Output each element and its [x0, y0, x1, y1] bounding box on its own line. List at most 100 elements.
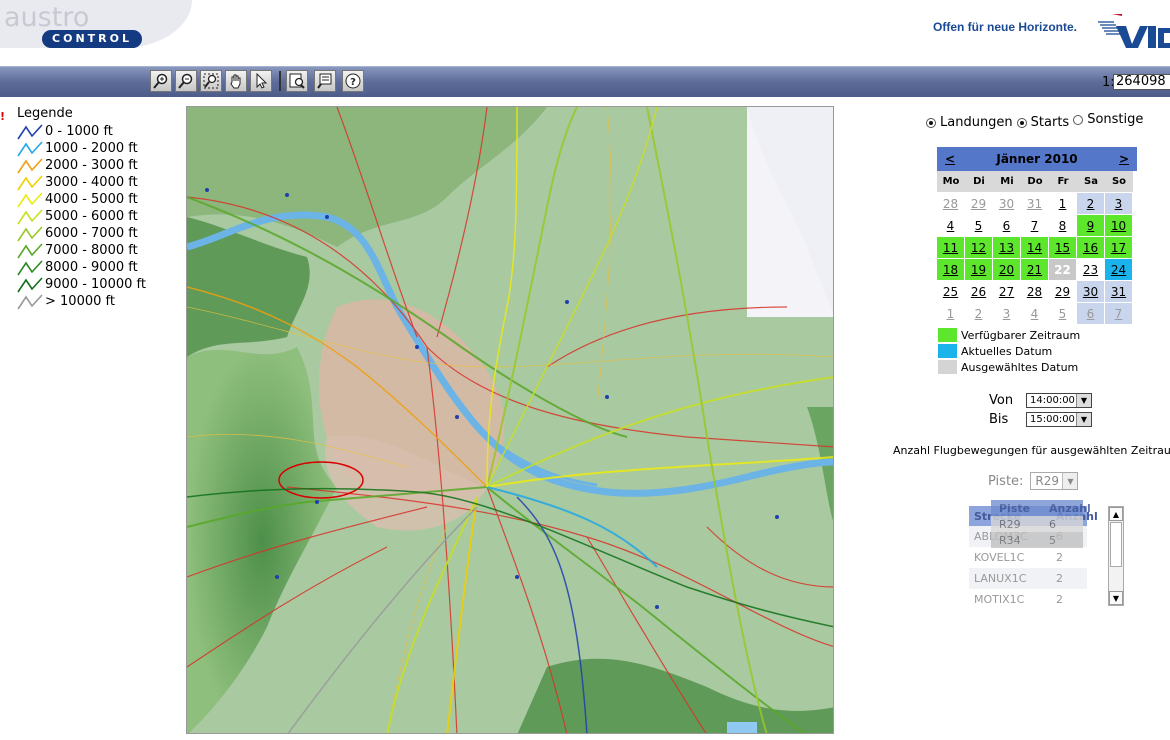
legend-item-label: 1000 - 2000 ft: [45, 141, 138, 156]
select-button[interactable]: [250, 70, 272, 92]
calendar-day[interactable]: 31: [1021, 193, 1049, 215]
radio-starts[interactable]: Starts: [1016, 115, 1069, 130]
calendar-legend-item: Verfügbarer Zeitraum: [938, 327, 1080, 343]
calendar-day[interactable]: 29: [1049, 281, 1077, 303]
scroll-down-icon[interactable]: ▼: [1109, 591, 1123, 605]
altitude-line-icon: [17, 191, 43, 207]
piste-select[interactable]: R29 ▼: [1030, 472, 1079, 490]
help-icon: ?: [345, 73, 361, 89]
calendar-day[interactable]: 7: [1105, 303, 1133, 325]
calendar-day[interactable]: 5: [1049, 303, 1077, 325]
calendar-day[interactable]: 1: [1049, 193, 1077, 215]
vie-airport-logo: [1098, 14, 1170, 48]
table-row[interactable]: KOVEL1C 2: [969, 547, 1087, 568]
altitude-line-icon: [17, 225, 43, 241]
calendar-day[interactable]: 17: [1105, 237, 1133, 259]
piste-cell: R29: [999, 517, 1021, 531]
legend-title: Legende: [17, 106, 73, 121]
to-time-select[interactable]: 15:00:00 ▼: [1026, 412, 1092, 427]
table-scrollbar[interactable]: ▲ ▼: [1108, 506, 1124, 606]
table-row[interactable]: R34 5: [991, 532, 1083, 548]
legend-swatch: [938, 328, 957, 342]
count-cell: 6: [1049, 517, 1056, 531]
table-row[interactable]: MOTIX1C 2: [969, 589, 1087, 610]
zoom-full-extent-button[interactable]: [200, 70, 222, 92]
calendar-day[interactable]: 23: [1077, 259, 1105, 281]
calendar-day[interactable]: 1: [937, 303, 965, 325]
calendar-day[interactable]: 28: [937, 193, 965, 215]
calendar-day[interactable]: 19: [965, 259, 993, 281]
scale-input[interactable]: 264098: [1113, 74, 1170, 90]
scroll-thumb[interactable]: [1110, 522, 1122, 567]
calendar-day[interactable]: 9: [1077, 215, 1105, 237]
calendar-day[interactable]: 21: [1021, 259, 1049, 281]
calendar-day[interactable]: 13: [993, 237, 1021, 259]
calendar-day[interactable]: 4: [1021, 303, 1049, 325]
calendar-day[interactable]: 3: [1105, 193, 1133, 215]
toolbar-separator: [279, 71, 281, 91]
altitude-line-icon: [17, 293, 43, 309]
calendar-legend-label: Verfügbarer Zeitraum: [961, 328, 1081, 342]
map-toolbar: ?: [0, 66, 1170, 97]
column-header[interactable]: Anzahl: [1049, 502, 1091, 515]
calendar-day[interactable]: 7: [1021, 215, 1049, 237]
legend-item: 2000 - 3000 ft: [17, 157, 138, 174]
altitude-line-icon: [17, 157, 43, 173]
identify-button[interactable]: [314, 70, 336, 92]
legend-item-label: 4000 - 5000 ft: [45, 192, 138, 207]
calendar-day[interactable]: 6: [993, 215, 1021, 237]
scroll-up-icon[interactable]: ▲: [1109, 507, 1123, 521]
calendar-day[interactable]: 31: [1105, 281, 1133, 303]
calendar-day[interactable]: 11: [937, 237, 965, 259]
calendar-day[interactable]: 28: [1021, 281, 1049, 303]
calendar-day[interactable]: 25: [937, 281, 965, 303]
calendar-day[interactable]: 30: [993, 193, 1021, 215]
calendar-day[interactable]: 26: [965, 281, 993, 303]
from-time-select[interactable]: 14:00:00 ▼: [1026, 393, 1092, 408]
calendar-day[interactable]: 29: [965, 193, 993, 215]
table-row[interactable]: R29 6: [991, 516, 1083, 532]
calendar-day[interactable]: 18: [937, 259, 965, 281]
calendar-day[interactable]: 16: [1077, 237, 1105, 259]
calendar-day[interactable]: 2: [965, 303, 993, 325]
calendar-day[interactable]: 8: [1049, 215, 1077, 237]
calendar-day[interactable]: 30: [1077, 281, 1105, 303]
piste-table-header: Piste Anzahl: [991, 500, 1091, 516]
column-header[interactable]: Piste: [991, 502, 1049, 515]
weekday-header: Mi: [993, 171, 1021, 192]
table-row[interactable]: LANUX1C 2: [969, 568, 1087, 589]
calendar-day[interactable]: 22: [1049, 259, 1077, 281]
radio-sonstige[interactable]: Sonstige: [1073, 112, 1143, 127]
calendar-day[interactable]: 15: [1049, 237, 1077, 259]
radio-landungen[interactable]: Landungen: [926, 115, 1013, 130]
calendar-day[interactable]: 20: [993, 259, 1021, 281]
calendar-day[interactable]: 24: [1105, 259, 1133, 281]
calendar-day[interactable]: 4: [937, 215, 965, 237]
from-label: Von: [989, 393, 1014, 408]
help-button[interactable]: ?: [342, 70, 364, 92]
piste-filter: Piste: R29 ▼: [988, 472, 1079, 490]
pan-button[interactable]: [225, 70, 247, 92]
calendar-day[interactable]: 10: [1105, 215, 1133, 237]
calendar-day[interactable]: 6: [1077, 303, 1105, 325]
flight-track-map[interactable]: [186, 106, 834, 734]
route-cell: MOTIX1C: [974, 593, 1025, 606]
next-month-link[interactable]: >: [1111, 152, 1137, 166]
altitude-line-icon: [17, 208, 43, 224]
altitude-line-icon: [17, 276, 43, 292]
calendar-day[interactable]: 3: [993, 303, 1021, 325]
calendar-day[interactable]: 12: [965, 237, 993, 259]
query-button[interactable]: [286, 70, 308, 92]
prev-month-link[interactable]: <: [937, 152, 963, 166]
zoom-out-button[interactable]: [175, 70, 197, 92]
zoom-in-button[interactable]: [150, 70, 172, 92]
slogan: Offen für neue Horizonte.: [933, 20, 1077, 34]
calendar-day[interactable]: 27: [993, 281, 1021, 303]
calendar-day[interactable]: 5: [965, 215, 993, 237]
from-time-value: 14:00:00: [1030, 395, 1075, 406]
calendar-day[interactable]: 14: [1021, 237, 1049, 259]
map-canvas: [187, 107, 833, 733]
calendar-legend-item: Ausgewähltes Datum: [938, 359, 1080, 375]
calendar-day[interactable]: 2: [1077, 193, 1105, 215]
movement-tables: StreckeAnzahlABLOM3C6KOVEL1C2LANUX1C2MOT…: [969, 498, 1127, 610]
